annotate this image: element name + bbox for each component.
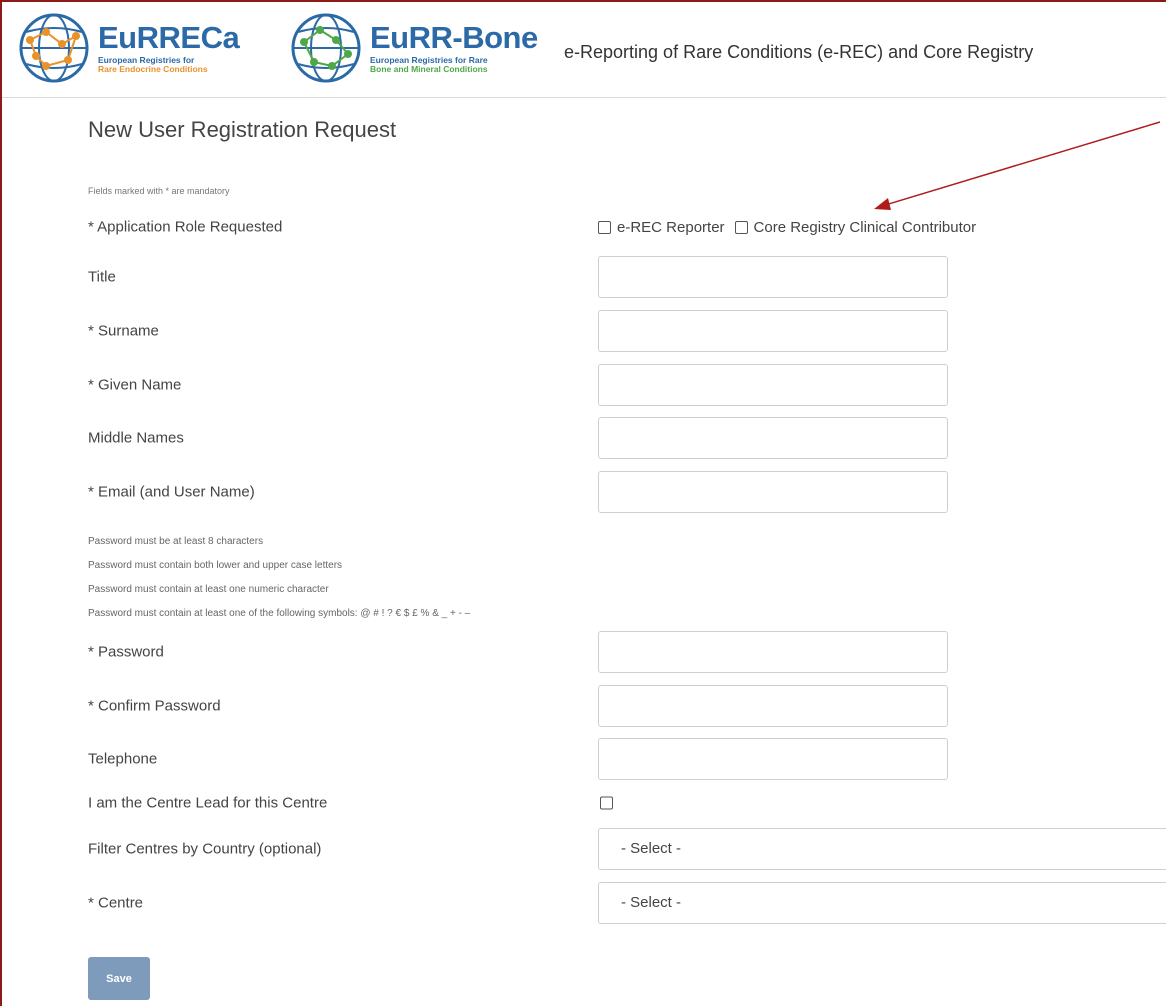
annotation-arrow-icon	[874, 121, 1161, 210]
password-rule: Password must contain both lower and upp…	[88, 560, 343, 571]
core-registry-label: Core Registry Clinical Contributor	[753, 219, 977, 236]
password-rule: Password must contain at least one of th…	[88, 608, 471, 619]
given-name-label: * Given Name	[88, 376, 182, 394]
role-option-ereporter[interactable]: e-REC Reporter	[598, 219, 725, 236]
confirm-password-row: * Confirm Password	[88, 685, 1166, 727]
country-filter-select[interactable]: - Select -	[598, 828, 1166, 870]
email-label: * Email (and User Name)	[88, 483, 255, 501]
title-input[interactable]	[598, 256, 948, 298]
centre-lead-checkbox[interactable]	[600, 796, 613, 810]
role-option-core-registry[interactable]: Core Registry Clinical Contributor	[734, 219, 977, 236]
email-input[interactable]	[598, 471, 948, 513]
country-filter-row: Filter Centres by Country (optional) - S…	[88, 828, 1166, 870]
centre-lead-row: I am the Centre Lead for this Centre	[88, 791, 1166, 815]
middle-names-row: Middle Names	[88, 417, 1166, 459]
centre-label: * Centre	[88, 894, 144, 912]
centre-row: * Centre - Select -	[88, 882, 1166, 924]
ereporter-label: e-REC Reporter	[617, 219, 725, 236]
middle-names-input[interactable]	[598, 417, 948, 459]
middle-names-label: Middle Names	[88, 429, 184, 447]
given-name-input[interactable]	[598, 364, 948, 406]
eurr-bone-logo[interactable]: EuRR-Bone European Registries for Rare B…	[288, 10, 538, 90]
app-header: EuRRECa European Registries for Rare End…	[2, 2, 1166, 98]
role-options: e-REC Reporter Core Registry Clinical Co…	[598, 219, 986, 236]
telephone-label: Telephone	[88, 750, 158, 768]
centre-lead-label: I am the Centre Lead for this Centre	[88, 794, 328, 812]
eurr-bone-name: EuRR-Bone	[370, 20, 538, 55]
given-name-row: * Given Name	[88, 364, 1166, 406]
mandatory-note: Fields marked with * are mandatory	[88, 186, 230, 196]
page-title: New User Registration Request	[88, 117, 397, 142]
confirm-password-input[interactable]	[598, 685, 948, 727]
eurreca-globe-icon	[19, 13, 89, 83]
country-filter-label: Filter Centres by Country (optional)	[88, 840, 322, 858]
surname-row: * Surname	[88, 310, 1166, 352]
password-label: * Password	[88, 643, 164, 661]
surname-input[interactable]	[598, 310, 948, 352]
core-registry-checkbox[interactable]	[734, 221, 748, 234]
surname-label: * Surname	[88, 322, 159, 340]
password-rule: Password must contain at least one numer…	[88, 584, 329, 595]
eurreca-logo[interactable]: EuRRECa European Registries for Rare End…	[16, 10, 266, 90]
password-input[interactable]	[598, 631, 948, 673]
ereporter-checkbox[interactable]	[598, 221, 611, 234]
eurreca-name: EuRRECa	[98, 20, 240, 55]
eurreca-subtitle-2: Rare Endocrine Conditions	[98, 64, 208, 74]
app-title: e-Reporting of Rare Conditions (e-REC) a…	[564, 42, 1034, 62]
title-label: Title	[88, 268, 116, 286]
telephone-input[interactable]	[598, 738, 948, 780]
eurr-bone-globe-icon	[291, 13, 361, 83]
email-row: * Email (and User Name)	[88, 471, 1166, 513]
password-row: * Password	[88, 631, 1166, 673]
confirm-password-label: * Confirm Password	[88, 697, 221, 715]
role-row: * Application Role Requested e-REC Repor…	[88, 216, 1166, 238]
title-row: Title	[88, 256, 1166, 298]
role-label: * Application Role Requested	[88, 218, 283, 236]
eurr-bone-subtitle-2: Bone and Mineral Conditions	[370, 64, 488, 74]
save-button[interactable]: Save	[88, 957, 150, 1000]
telephone-row: Telephone	[88, 738, 1166, 780]
centre-select[interactable]: - Select -	[598, 882, 1166, 924]
password-rule: Password must be at least 8 characters	[88, 536, 264, 547]
